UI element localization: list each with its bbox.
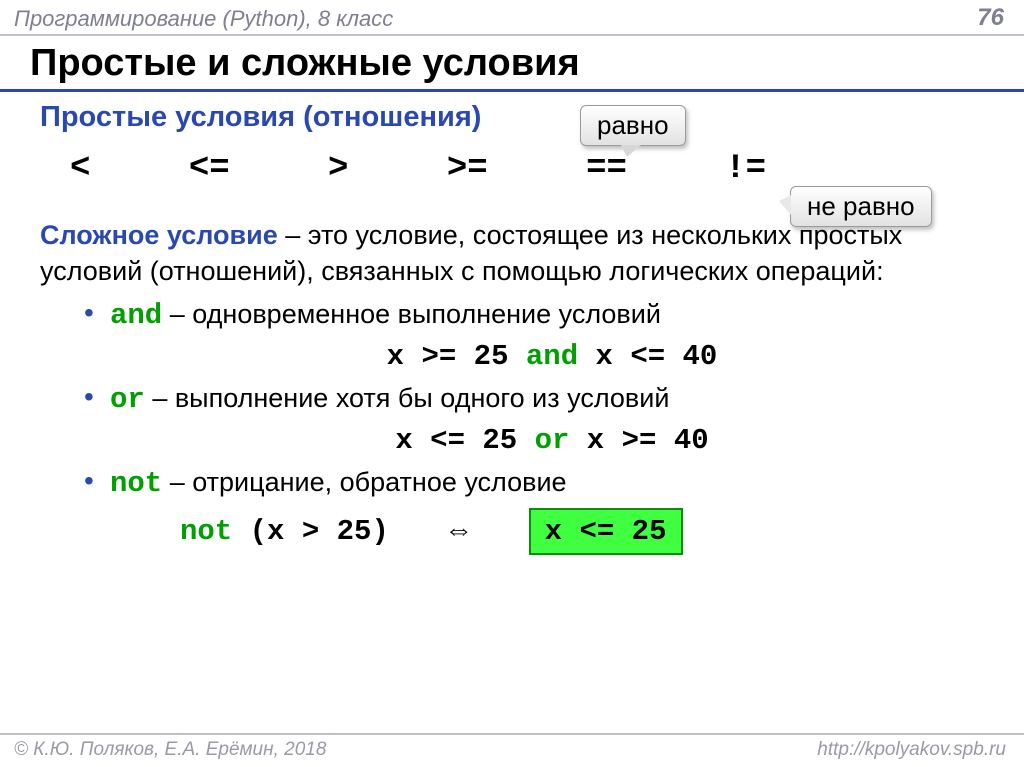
equiv-box: x <= 25 xyxy=(529,508,683,555)
desc-and: – одновременное выполнение условий xyxy=(162,299,661,329)
op-gt: > xyxy=(328,147,348,193)
code-or-kw: or xyxy=(535,424,570,457)
desc-not: – отрицание, обратное условие xyxy=(162,467,566,497)
course-label: Программирование (Python), 8 класс xyxy=(14,6,393,32)
kw-or: or xyxy=(110,383,145,416)
list-item-and: and – одновременное выполнение условий x… xyxy=(84,296,994,376)
footer-copyright: © К.Ю. Поляков, Е.А. Ерёмин, 2018 xyxy=(14,739,326,761)
equiv-arrow-icon: ⇔ xyxy=(444,511,473,550)
code-and: x >= 25 and x <= 40 xyxy=(110,337,994,376)
callout-equal: равно xyxy=(580,105,686,146)
code-or-pre: x <= 25 xyxy=(395,424,534,457)
slide-title: Простые и сложные условия xyxy=(0,36,1024,92)
code-and-post: x <= 40 xyxy=(578,340,717,373)
op-ge: >= xyxy=(447,147,488,193)
kw-and: and xyxy=(110,299,162,332)
desc-or: – выполнение хотя бы одного из условий xyxy=(145,383,670,413)
code-or: x <= 25 or x >= 40 xyxy=(110,421,994,460)
not-example-row: not (x > 25) ⇔ x <= 25 xyxy=(40,508,994,555)
code-or-post: x >= 40 xyxy=(569,424,708,457)
op-le: <= xyxy=(189,147,230,193)
list-item-not: not – отрицание, обратное условие xyxy=(84,464,994,503)
kw-not: not xyxy=(110,467,162,500)
not-code-kw: not xyxy=(180,515,232,548)
code-and-kw: and xyxy=(526,340,578,373)
section-row: Простые условия (отношения) xyxy=(40,98,994,137)
op-ne: != xyxy=(725,147,766,193)
callout-not-equal: не равно xyxy=(790,186,932,227)
list-item-or: or – выполнение хотя бы одного из услови… xyxy=(84,380,994,460)
slide-content: Простые условия (отношения) < <= > >= ==… xyxy=(0,92,1024,555)
complex-lead-bold: Сложное условие xyxy=(40,220,278,250)
footer-url: http://kpolyakov.spb.ru xyxy=(817,739,1006,761)
op-lt: < xyxy=(70,147,90,193)
code-and-pre: x >= 25 xyxy=(387,340,526,373)
slide-footer: © К.Ю. Поляков, Е.А. Ерёмин, 2018 http:/… xyxy=(0,733,1024,767)
logic-list: and – одновременное выполнение условий x… xyxy=(40,290,994,504)
page-number: 76 xyxy=(977,4,1004,32)
slide-header: Программирование (Python), 8 класс 76 xyxy=(0,0,1024,36)
not-code-rest: (x > 25) xyxy=(232,515,389,548)
section-heading: Простые условия (отношения) xyxy=(40,98,481,137)
